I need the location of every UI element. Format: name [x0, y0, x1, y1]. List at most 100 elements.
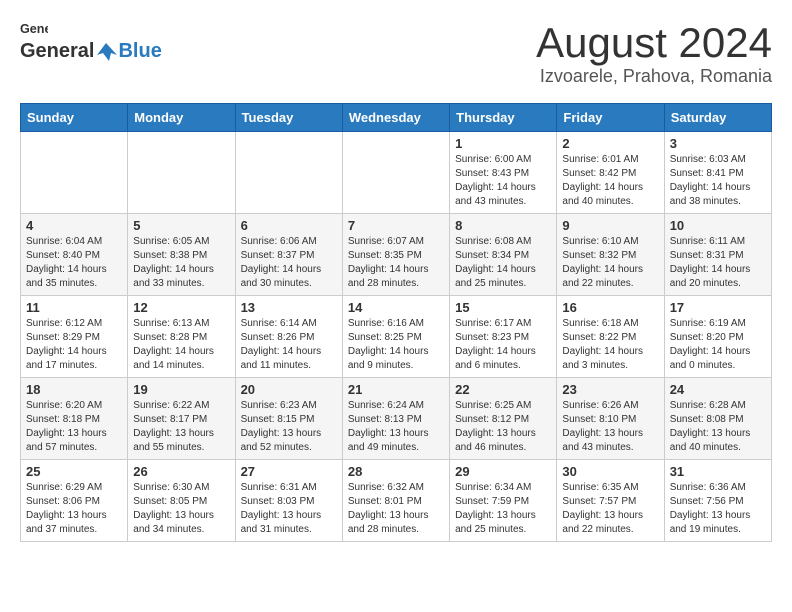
day-info: Sunrise: 6:22 AM Sunset: 8:17 PM Dayligh… [133, 399, 229, 455]
svg-text:General: General [20, 22, 48, 36]
calendar-cell: 12 Sunrise: 6:13 AM Sunset: 8:28 PM Dayli… [128, 296, 235, 378]
day-info: Sunrise: 6:17 AM Sunset: 8:23 PM Dayligh… [455, 317, 551, 373]
day-number: 21 [348, 382, 444, 397]
day-number: 8 [455, 218, 551, 233]
day-number: 25 [26, 464, 122, 479]
day-number: 12 [133, 300, 229, 315]
day-number: 16 [562, 300, 658, 315]
page-header: General General Blue August 2024 Izvoare… [20, 20, 772, 87]
day-info: Sunrise: 6:03 AM Sunset: 8:41 PM Dayligh… [670, 153, 766, 209]
day-info: Sunrise: 6:30 AM Sunset: 8:05 PM Dayligh… [133, 481, 229, 537]
day-number: 13 [241, 300, 337, 315]
logo-blue: Blue [118, 40, 161, 63]
day-number: 20 [241, 382, 337, 397]
calendar-cell [235, 132, 342, 214]
day-number: 3 [670, 136, 766, 151]
calendar-cell [342, 132, 449, 214]
calendar-cell: 16 Sunrise: 6:18 AM Sunset: 8:22 PM Dayli… [557, 296, 664, 378]
calendar-cell: 23 Sunrise: 6:26 AM Sunset: 8:10 PM Dayli… [557, 378, 664, 460]
calendar-cell: 19 Sunrise: 6:22 AM Sunset: 8:17 PM Dayli… [128, 378, 235, 460]
calendar-cell: 25Sunrise: 6:29 AM Sunset: 8:06 PM Dayli… [21, 460, 128, 542]
day-number: 23 [562, 382, 658, 397]
day-number: 6 [241, 218, 337, 233]
column-header-tuesday: Tuesday [235, 104, 342, 132]
calendar-cell: 26 Sunrise: 6:30 AM Sunset: 8:05 PM Dayli… [128, 460, 235, 542]
logo-general: General [20, 40, 94, 63]
day-info: Sunrise: 6:31 AM Sunset: 8:03 PM Dayligh… [241, 481, 337, 537]
day-info: Sunrise: 6:13 AM Sunset: 8:28 PM Dayligh… [133, 317, 229, 373]
day-info: Sunrise: 6:00 AM Sunset: 8:43 PM Dayligh… [455, 153, 551, 209]
day-info: Sunrise: 6:25 AM Sunset: 8:12 PM Dayligh… [455, 399, 551, 455]
day-number: 24 [670, 382, 766, 397]
day-number: 22 [455, 382, 551, 397]
day-number: 9 [562, 218, 658, 233]
calendar-cell [21, 132, 128, 214]
day-info: Sunrise: 6:26 AM Sunset: 8:10 PM Dayligh… [562, 399, 658, 455]
calendar-cell: 9 Sunrise: 6:10 AM Sunset: 8:32 PM Daylig… [557, 214, 664, 296]
day-number: 29 [455, 464, 551, 479]
calendar-cell [128, 132, 235, 214]
calendar-cell: 10Sunrise: 6:11 AM Sunset: 8:31 PM Dayli… [664, 214, 771, 296]
day-number: 1 [455, 136, 551, 151]
column-header-sunday: Sunday [21, 104, 128, 132]
calendar-cell: 27 Sunrise: 6:31 AM Sunset: 8:03 PM Dayli… [235, 460, 342, 542]
day-number: 2 [562, 136, 658, 151]
day-number: 15 [455, 300, 551, 315]
day-info: Sunrise: 6:35 AM Sunset: 7:57 PM Dayligh… [562, 481, 658, 537]
day-info: Sunrise: 6:23 AM Sunset: 8:15 PM Dayligh… [241, 399, 337, 455]
day-info: Sunrise: 6:08 AM Sunset: 8:34 PM Dayligh… [455, 235, 551, 291]
calendar-week-row: 4Sunrise: 6:04 AM Sunset: 8:40 PM Daylig… [21, 214, 772, 296]
calendar-cell: 4Sunrise: 6:04 AM Sunset: 8:40 PM Daylig… [21, 214, 128, 296]
column-header-monday: Monday [128, 104, 235, 132]
calendar-cell: 29 Sunrise: 6:34 AM Sunset: 7:59 PM Dayli… [450, 460, 557, 542]
logo-icon: General [20, 20, 48, 40]
day-number: 10 [670, 218, 766, 233]
day-number: 31 [670, 464, 766, 479]
calendar-cell: 31Sunrise: 6:36 AM Sunset: 7:56 PM Dayli… [664, 460, 771, 542]
day-number: 14 [348, 300, 444, 315]
day-info: Sunrise: 6:18 AM Sunset: 8:22 PM Dayligh… [562, 317, 658, 373]
day-info: Sunrise: 6:04 AM Sunset: 8:40 PM Dayligh… [26, 235, 122, 291]
calendar-table: SundayMondayTuesdayWednesdayThursdayFrid… [20, 103, 772, 542]
day-info: Sunrise: 6:28 AM Sunset: 8:08 PM Dayligh… [670, 399, 766, 455]
day-number: 19 [133, 382, 229, 397]
column-header-wednesday: Wednesday [342, 104, 449, 132]
day-number: 27 [241, 464, 337, 479]
day-info: Sunrise: 6:01 AM Sunset: 8:42 PM Dayligh… [562, 153, 658, 209]
day-info: Sunrise: 6:24 AM Sunset: 8:13 PM Dayligh… [348, 399, 444, 455]
day-info: Sunrise: 6:32 AM Sunset: 8:01 PM Dayligh… [348, 481, 444, 537]
day-info: Sunrise: 6:07 AM Sunset: 8:35 PM Dayligh… [348, 235, 444, 291]
day-info: Sunrise: 6:34 AM Sunset: 7:59 PM Dayligh… [455, 481, 551, 537]
column-header-saturday: Saturday [664, 104, 771, 132]
calendar-week-row: 11Sunrise: 6:12 AM Sunset: 8:29 PM Dayli… [21, 296, 772, 378]
calendar-cell: 21 Sunrise: 6:24 AM Sunset: 8:13 PM Dayli… [342, 378, 449, 460]
day-number: 11 [26, 300, 122, 315]
calendar-cell: 11Sunrise: 6:12 AM Sunset: 8:29 PM Dayli… [21, 296, 128, 378]
calendar-cell: 1 Sunrise: 6:00 AM Sunset: 8:43 PM Daylig… [450, 132, 557, 214]
logo: General General Blue [20, 20, 162, 63]
column-header-friday: Friday [557, 104, 664, 132]
calendar-cell: 24 Sunrise: 6:28 AM Sunset: 8:08 PM Dayli… [664, 378, 771, 460]
logo-bird-icon [95, 41, 117, 63]
day-info: Sunrise: 6:10 AM Sunset: 8:32 PM Dayligh… [562, 235, 658, 291]
title-section: August 2024 Izvoarele, Prahova, Romania [536, 20, 772, 87]
calendar-cell: 5Sunrise: 6:05 AM Sunset: 8:38 PM Daylig… [128, 214, 235, 296]
calendar-cell: 3 Sunrise: 6:03 AM Sunset: 8:41 PM Daylig… [664, 132, 771, 214]
day-number: 30 [562, 464, 658, 479]
day-info: Sunrise: 6:16 AM Sunset: 8:25 PM Dayligh… [348, 317, 444, 373]
day-info: Sunrise: 6:20 AM Sunset: 8:18 PM Dayligh… [26, 399, 122, 455]
calendar-cell: 30 Sunrise: 6:35 AM Sunset: 7:57 PM Dayli… [557, 460, 664, 542]
calendar-cell: 6Sunrise: 6:06 AM Sunset: 8:37 PM Daylig… [235, 214, 342, 296]
column-header-thursday: Thursday [450, 104, 557, 132]
calendar-header-row: SundayMondayTuesdayWednesdayThursdayFrid… [21, 104, 772, 132]
day-info: Sunrise: 6:19 AM Sunset: 8:20 PM Dayligh… [670, 317, 766, 373]
day-number: 17 [670, 300, 766, 315]
calendar-cell: 17 Sunrise: 6:19 AM Sunset: 8:20 PM Dayli… [664, 296, 771, 378]
calendar-cell: 18Sunrise: 6:20 AM Sunset: 8:18 PM Dayli… [21, 378, 128, 460]
location-subtitle: Izvoarele, Prahova, Romania [536, 66, 772, 87]
calendar-cell: 15 Sunrise: 6:17 AM Sunset: 8:23 PM Dayli… [450, 296, 557, 378]
day-number: 26 [133, 464, 229, 479]
calendar-cell: 13 Sunrise: 6:14 AM Sunset: 8:26 PM Dayli… [235, 296, 342, 378]
day-info: Sunrise: 6:14 AM Sunset: 8:26 PM Dayligh… [241, 317, 337, 373]
calendar-cell: 8 Sunrise: 6:08 AM Sunset: 8:34 PM Daylig… [450, 214, 557, 296]
